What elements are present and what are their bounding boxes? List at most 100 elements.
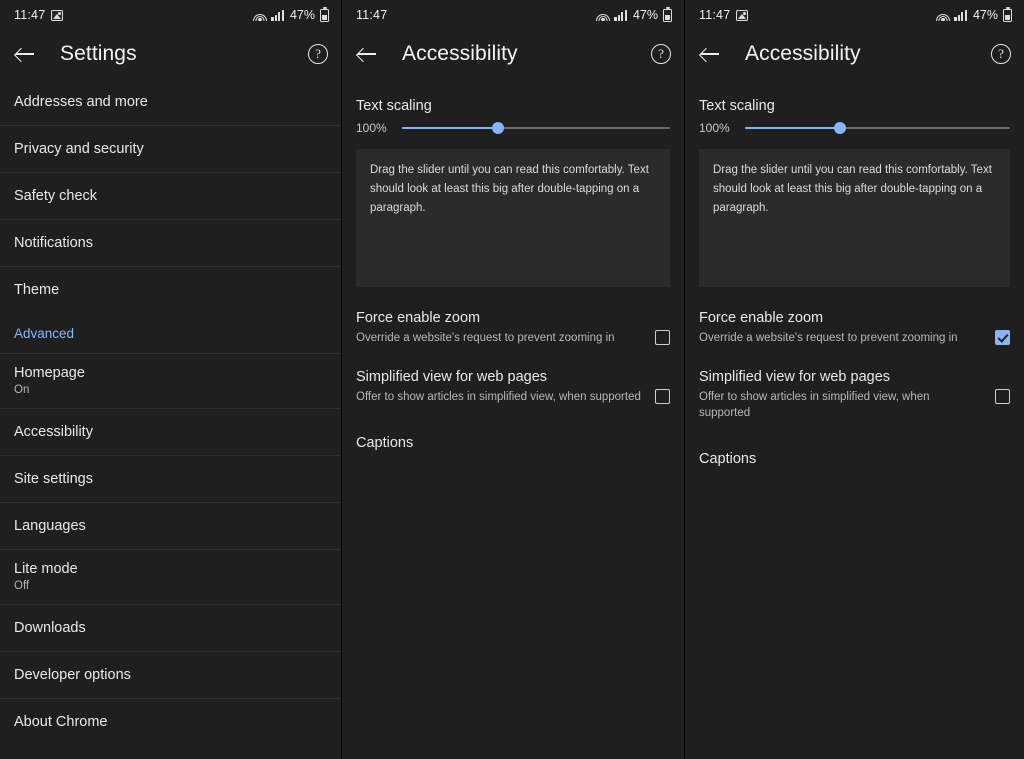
status-bar-right: 47% xyxy=(936,8,1012,22)
option-simplified-view[interactable]: Simplified view for web pages Offer to s… xyxy=(699,368,1010,421)
status-bar: 11:47 47% xyxy=(0,0,341,30)
status-bar-left: 11:47 xyxy=(699,8,748,22)
option-description: Override a website's request to prevent … xyxy=(699,330,983,346)
signal-icon xyxy=(614,10,627,21)
slider-fill xyxy=(745,127,840,129)
option-texts: Simplified view for web pages Offer to s… xyxy=(356,368,643,405)
status-bar-right: 47% xyxy=(253,8,329,22)
battery-percent-label: 47% xyxy=(290,8,315,22)
settings-item-label: Homepage xyxy=(14,364,327,382)
sidebar-item-about-chrome[interactable]: About Chrome xyxy=(0,698,341,745)
settings-item-label: Site settings xyxy=(14,470,327,488)
image-icon xyxy=(51,10,63,21)
panel-accessibility-before: 11:47 47% Accessibility ? Text scaling 1… xyxy=(342,0,684,759)
app-bar-accessibility: Accessibility ? xyxy=(342,30,684,78)
sidebar-section-advanced[interactable]: Advanced xyxy=(0,313,341,353)
text-scaling-label: Text scaling xyxy=(699,98,1010,114)
sidebar-item-safety-check[interactable]: Safety check xyxy=(0,172,341,219)
help-icon[interactable]: ? xyxy=(308,44,328,64)
page-title: Accessibility xyxy=(745,42,861,66)
sidebar-item-site-settings[interactable]: Site settings xyxy=(0,455,341,502)
battery-icon xyxy=(1003,9,1012,22)
page-title: Settings xyxy=(60,42,137,66)
option-description: Offer to show articles in simplified vie… xyxy=(699,389,983,421)
status-bar-right: 47% xyxy=(596,8,672,22)
option-title: Simplified view for web pages xyxy=(356,368,643,387)
back-arrow-icon[interactable] xyxy=(12,41,38,67)
checkbox-force-enable-zoom[interactable] xyxy=(655,330,670,345)
sidebar-item-privacy-and-security[interactable]: Privacy and security xyxy=(0,125,341,172)
wifi-icon xyxy=(596,10,610,21)
option-force-enable-zoom[interactable]: Force enable zoom Override a website's r… xyxy=(699,309,1010,346)
accessibility-content: Text scaling 100% Drag the slider until … xyxy=(685,98,1024,467)
image-icon xyxy=(736,10,748,21)
text-scaling-value: 100% xyxy=(699,121,733,135)
text-scaling-preview: Drag the slider until you can read this … xyxy=(356,149,670,287)
status-bar-left: 11:47 xyxy=(356,8,387,22)
settings-item-label: About Chrome xyxy=(14,713,327,731)
wifi-icon xyxy=(253,10,267,21)
option-description: Override a website's request to prevent … xyxy=(356,330,643,346)
settings-item-label: Theme xyxy=(14,281,327,299)
help-icon[interactable]: ? xyxy=(991,44,1011,64)
wifi-icon xyxy=(936,10,950,21)
back-arrow-icon[interactable] xyxy=(697,41,723,67)
settings-item-sublabel: Off xyxy=(14,579,327,594)
settings-item-label: Languages xyxy=(14,517,327,535)
option-description: Offer to show articles in simplified vie… xyxy=(356,389,643,405)
checkbox-simplified-view[interactable] xyxy=(995,389,1010,404)
text-scaling-slider[interactable] xyxy=(745,121,1010,135)
option-texts: Simplified view for web pages Offer to s… xyxy=(699,368,983,421)
captions-item[interactable]: Captions xyxy=(356,435,670,451)
option-texts: Force enable zoom Override a website's r… xyxy=(699,309,983,346)
sidebar-item-lite-mode[interactable]: Lite mode Off xyxy=(0,549,341,604)
page-title: Accessibility xyxy=(402,42,518,66)
settings-item-label: Lite mode xyxy=(14,560,327,578)
settings-item-label: Privacy and security xyxy=(14,140,327,158)
settings-item-label: Accessibility xyxy=(14,423,327,441)
sidebar-item-accessibility[interactable]: Accessibility xyxy=(0,408,341,455)
sidebar-item-languages[interactable]: Languages xyxy=(0,502,341,549)
signal-icon xyxy=(954,10,967,21)
option-force-enable-zoom[interactable]: Force enable zoom Override a website's r… xyxy=(356,309,670,346)
slider-thumb[interactable] xyxy=(834,122,846,134)
slider-thumb[interactable] xyxy=(492,122,504,134)
option-title: Simplified view for web pages xyxy=(699,368,983,387)
status-bar-left: 11:47 xyxy=(14,8,63,22)
sidebar-item-theme[interactable]: Theme xyxy=(0,266,341,313)
settings-item-label: Notifications xyxy=(14,234,327,252)
settings-list: Addresses and more Privacy and security … xyxy=(0,78,341,745)
status-clock: 11:47 xyxy=(356,8,387,22)
option-texts: Force enable zoom Override a website's r… xyxy=(356,309,643,346)
option-title: Force enable zoom xyxy=(699,309,983,328)
settings-item-sublabel: On xyxy=(14,383,327,398)
battery-icon xyxy=(320,9,329,22)
text-scaling-preview: Drag the slider until you can read this … xyxy=(699,149,1010,287)
text-scaling-row: 100% xyxy=(356,121,670,135)
help-icon[interactable]: ? xyxy=(651,44,671,64)
sidebar-item-homepage[interactable]: Homepage On xyxy=(0,353,341,408)
sidebar-item-downloads[interactable]: Downloads xyxy=(0,604,341,651)
sidebar-item-notifications[interactable]: Notifications xyxy=(0,219,341,266)
app-bar-accessibility: Accessibility ? xyxy=(685,30,1024,78)
app-bar-settings: Settings ? xyxy=(0,30,341,78)
status-bar: 11:47 47% xyxy=(685,0,1024,30)
panel-settings: 11:47 47% Settings ? Addresses and more … xyxy=(0,0,341,759)
settings-item-label: Addresses and more xyxy=(14,93,327,111)
text-scaling-slider[interactable] xyxy=(402,121,670,135)
settings-item-label: Developer options xyxy=(14,666,327,684)
captions-item[interactable]: Captions xyxy=(699,451,1010,467)
back-arrow-icon[interactable] xyxy=(354,41,380,67)
status-clock: 11:47 xyxy=(14,8,45,22)
settings-item-label: Downloads xyxy=(14,619,327,637)
checkbox-simplified-view[interactable] xyxy=(655,389,670,404)
slider-fill xyxy=(402,127,498,129)
text-scaling-label: Text scaling xyxy=(356,98,670,114)
sidebar-item-developer-options[interactable]: Developer options xyxy=(0,651,341,698)
battery-icon xyxy=(663,9,672,22)
option-title: Force enable zoom xyxy=(356,309,643,328)
settings-item-label: Safety check xyxy=(14,187,327,205)
checkbox-force-enable-zoom[interactable] xyxy=(995,330,1010,345)
sidebar-item-addresses-and-more[interactable]: Addresses and more xyxy=(0,78,341,125)
option-simplified-view[interactable]: Simplified view for web pages Offer to s… xyxy=(356,368,670,405)
